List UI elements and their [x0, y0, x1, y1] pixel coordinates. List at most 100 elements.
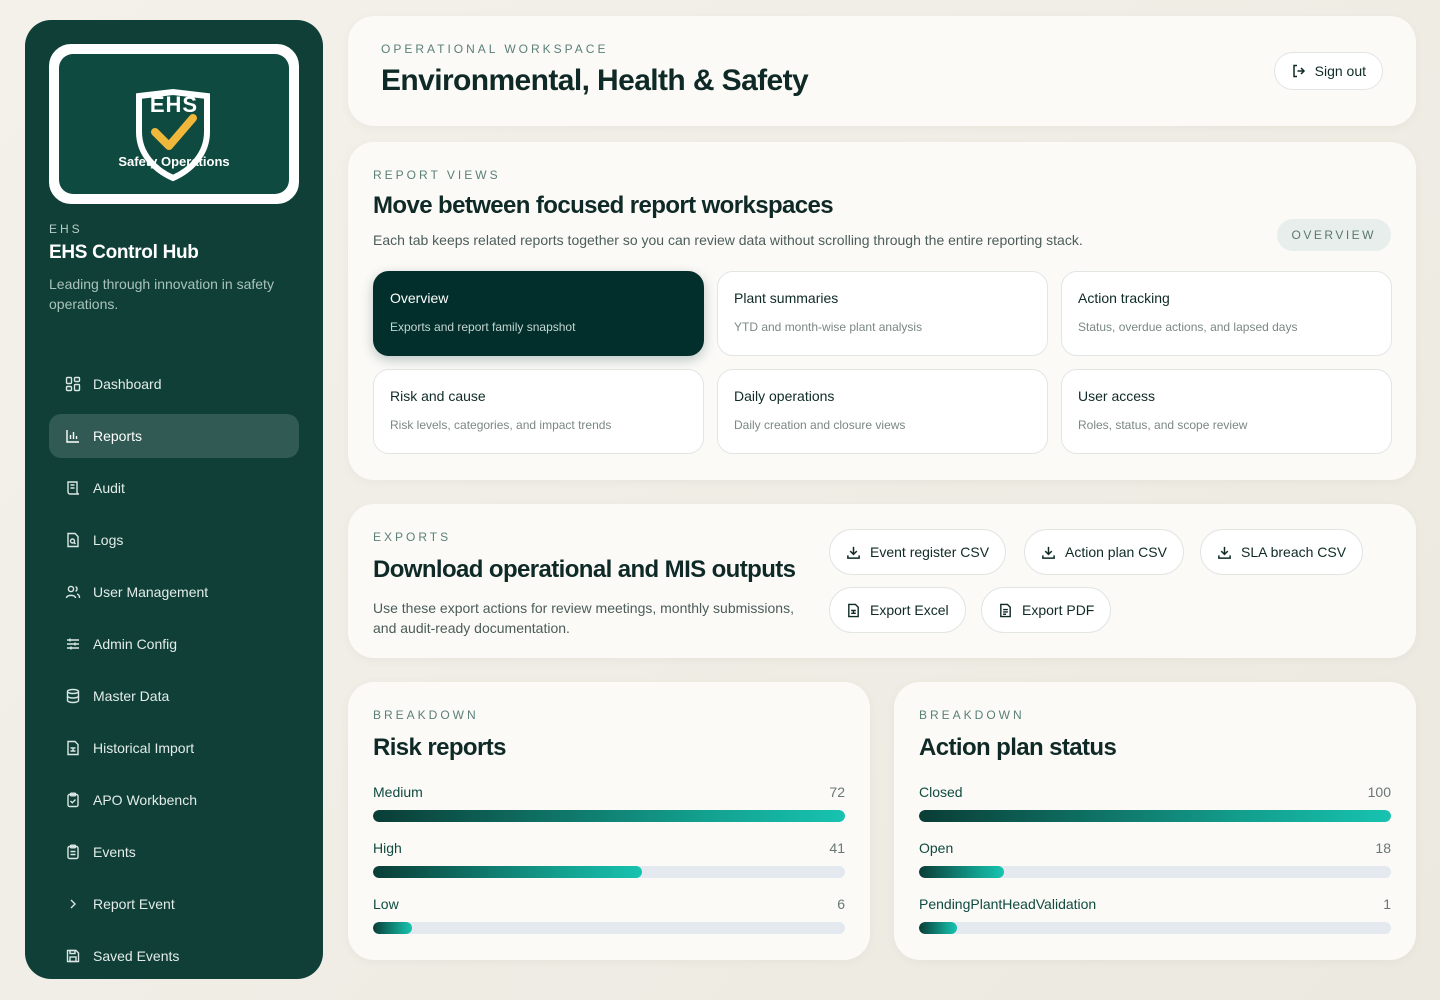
- bar-value: 100: [1367, 784, 1391, 800]
- sidebar-item-reports[interactable]: Reports: [49, 414, 299, 458]
- views-eyebrow: REPORT VIEWS: [373, 168, 501, 182]
- bar-track: [373, 922, 845, 934]
- scroll-icon: [65, 480, 81, 496]
- risk-title: Risk reports: [373, 734, 506, 761]
- views-description: Each tab keeps related reports together …: [373, 232, 1083, 248]
- risk-row-medium: Medium 72: [373, 784, 845, 822]
- action-row-pending: PendingPlantHeadValidation 1: [919, 896, 1391, 934]
- sidebar-item-historical-import[interactable]: Historical Import: [49, 726, 299, 770]
- tab-subtitle: Exports and report family snapshot: [390, 320, 576, 334]
- button-label: Export Excel: [870, 602, 949, 618]
- bar-label: High: [373, 840, 402, 856]
- brand-eyebrow: EHS: [49, 222, 83, 236]
- page-title: Environmental, Health & Safety: [381, 64, 809, 97]
- download-icon: [847, 546, 860, 559]
- sidebar-item-user-management[interactable]: User Management: [49, 570, 299, 614]
- logo: EHS Safety Operations: [49, 44, 299, 204]
- tab-plant-summaries[interactable]: Plant summaries YTD and month-wise plant…: [717, 271, 1048, 356]
- database-icon: [65, 688, 81, 704]
- button-label: Action plan CSV: [1065, 544, 1167, 560]
- clipboard-list-icon: [65, 844, 81, 860]
- sidebar-item-label: Dashboard: [93, 376, 162, 392]
- tab-action-tracking[interactable]: Action tracking Status, overdue actions,…: [1061, 271, 1392, 356]
- clipboard-check-icon: [65, 792, 81, 808]
- sidebar-item-label: Master Data: [93, 688, 170, 704]
- exports-panel: EXPORTS Download operational and MIS out…: [348, 504, 1416, 658]
- sign-out-label: Sign out: [1314, 63, 1366, 79]
- sidebar-item-events[interactable]: Events: [49, 830, 299, 874]
- bar-track: [919, 810, 1391, 822]
- sidebar-item-report-event[interactable]: Report Event: [49, 882, 299, 926]
- button-label: SLA breach CSV: [1241, 544, 1347, 560]
- users-icon: [65, 584, 81, 600]
- tab-user-access[interactable]: User access Roles, status, and scope rev…: [1061, 369, 1392, 454]
- bar-fill: [919, 922, 957, 934]
- tab-subtitle: Status, overdue actions, and lapsed days: [1078, 320, 1298, 334]
- bar-fill: [373, 866, 642, 878]
- sidebar-item-label: Events: [93, 844, 136, 860]
- sidebar-item-label: Historical Import: [93, 740, 195, 756]
- button-label: Export PDF: [1022, 602, 1095, 618]
- logout-icon: [1292, 64, 1305, 78]
- tab-subtitle: Daily creation and closure views: [734, 418, 906, 432]
- brand-title: EHS Control Hub: [49, 242, 199, 263]
- tab-daily-operations[interactable]: Daily operations Daily creation and clos…: [717, 369, 1048, 454]
- action-eyebrow: BREAKDOWN: [919, 708, 1025, 722]
- bar-track: [373, 866, 845, 878]
- bar-label: PendingPlantHeadValidation: [919, 896, 1097, 912]
- action-plan-panel: BREAKDOWN Action plan status Closed 100 …: [894, 682, 1416, 960]
- sidebar-item-logs[interactable]: Logs: [49, 518, 299, 562]
- export-pdf-button[interactable]: Export PDF: [981, 587, 1112, 633]
- sidebar-item-master-data[interactable]: Master Data: [49, 674, 299, 718]
- action-row-open: Open 18: [919, 840, 1391, 878]
- export-action-plan-button[interactable]: Action plan CSV: [1024, 529, 1184, 575]
- report-views-panel: REPORT VIEWS Move between focused report…: [348, 142, 1416, 480]
- download-icon: [1218, 546, 1231, 559]
- risk-row-high: High 41: [373, 840, 845, 878]
- dashboard-icon: [65, 376, 81, 392]
- tab-title: Plant summaries: [734, 290, 839, 306]
- sidebar-item-label: Reports: [93, 428, 143, 444]
- tab-title: Action tracking: [1078, 290, 1170, 306]
- sidebar-item-audit[interactable]: Audit: [49, 466, 299, 510]
- sidebar-item-apo-workbench[interactable]: APO Workbench: [49, 778, 299, 822]
- bar-track: [919, 922, 1391, 934]
- sidebar-nav: Dashboard Reports Audit Logs User Manage…: [49, 362, 299, 978]
- bar-fill: [919, 810, 1391, 822]
- sign-out-button[interactable]: Sign out: [1273, 52, 1383, 90]
- bar-track: [919, 866, 1391, 878]
- file-sheet-icon: [65, 740, 81, 756]
- bar-track: [373, 810, 845, 822]
- tab-risk-and-cause[interactable]: Risk and cause Risk levels, categories, …: [373, 369, 704, 454]
- risk-row-low: Low 6: [373, 896, 845, 934]
- risk-eyebrow: BREAKDOWN: [373, 708, 479, 722]
- sidebar-item-saved-events[interactable]: Saved Events: [49, 934, 299, 978]
- report-tabs: Overview Exports and report family snaps…: [373, 271, 1392, 454]
- action-row-closed: Closed 100: [919, 784, 1391, 822]
- sidebar-item-label: Report Event: [93, 896, 175, 912]
- sidebar-item-label: APO Workbench: [93, 792, 198, 808]
- tab-subtitle: Risk levels, categories, and impact tren…: [390, 418, 612, 432]
- logo-badge: EHS Safety Operations: [59, 54, 289, 194]
- save-icon: [65, 948, 81, 964]
- sidebar-item-label: Saved Events: [93, 948, 180, 964]
- sidebar-item-admin-config[interactable]: Admin Config: [49, 622, 299, 666]
- views-title: Move between focused report workspaces: [373, 192, 834, 219]
- bar-label: Closed: [919, 784, 963, 800]
- bar-label: Low: [373, 896, 399, 912]
- export-event-register-button[interactable]: Event register CSV: [829, 529, 1007, 575]
- bar-fill: [373, 810, 845, 822]
- bar-value: 72: [829, 784, 845, 800]
- sliders-icon: [65, 636, 81, 652]
- button-label: Event register CSV: [870, 544, 990, 560]
- header-eyebrow: OPERATIONAL WORKSPACE: [381, 42, 609, 56]
- export-excel-button[interactable]: Export Excel: [829, 587, 966, 633]
- bar-chart-icon: [65, 428, 81, 444]
- file-sheet-icon: [848, 603, 859, 617]
- sidebar-item-dashboard[interactable]: Dashboard: [49, 362, 299, 406]
- header-panel: OPERATIONAL WORKSPACE Environmental, Hea…: [348, 16, 1416, 126]
- tab-overview[interactable]: Overview Exports and report family snaps…: [373, 271, 704, 356]
- exports-description: Use these export actions for review meet…: [373, 600, 794, 636]
- export-sla-breach-button[interactable]: SLA breach CSV: [1200, 529, 1364, 575]
- sidebar: EHS Safety Operations EHS EHS Control Hu…: [25, 20, 323, 979]
